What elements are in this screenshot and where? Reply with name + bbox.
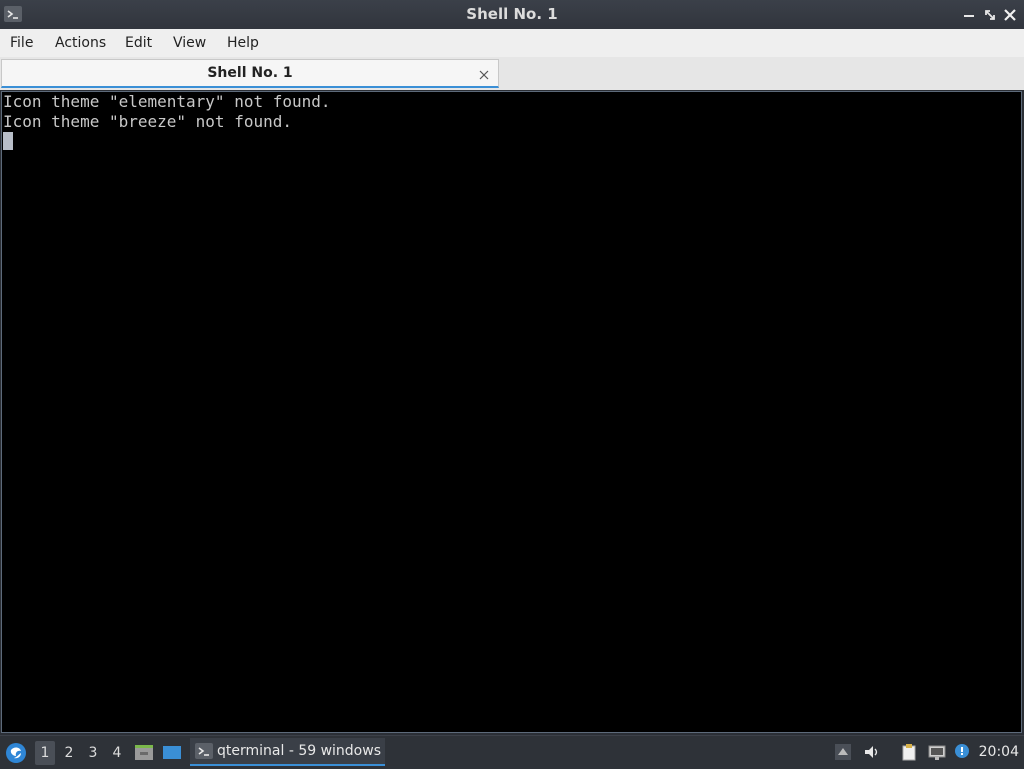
terminal-icon — [195, 743, 213, 759]
volume-icon[interactable] — [863, 743, 881, 761]
menu-file[interactable]: File — [10, 29, 33, 57]
desktop-2-button[interactable]: 2 — [59, 741, 79, 765]
taskbar: 1 2 3 4 qterminal - 59 windows 20:04 — [0, 735, 1024, 769]
terminal-line: Icon theme "elementary" not found. — [3, 92, 331, 111]
maximize-button[interactable] — [983, 7, 997, 21]
menu-view[interactable]: View — [173, 29, 206, 57]
terminal-cursor — [3, 132, 13, 150]
window-title: Shell No. 1 — [466, 5, 558, 23]
menu-actions[interactable]: Actions — [55, 29, 106, 57]
desktop-1-button[interactable]: 1 — [35, 741, 55, 765]
window-titlebar[interactable]: Shell No. 1 — [0, 0, 1024, 30]
tab-shell-1[interactable]: Shell No. 1 — [1, 59, 499, 88]
minimize-button[interactable] — [962, 7, 976, 21]
clipboard-icon[interactable] — [900, 743, 918, 761]
lxqt-start-icon[interactable] — [5, 742, 27, 764]
clock[interactable]: 20:04 — [979, 736, 1019, 769]
desktop-3-button[interactable]: 3 — [83, 741, 103, 765]
tab-bar: Shell No. 1 — [0, 57, 1024, 90]
network-icon[interactable] — [928, 743, 946, 761]
taskbar-task-qterminal[interactable]: qterminal - 59 windows — [190, 738, 385, 766]
tab-label: Shell No. 1 — [207, 65, 293, 81]
terminal-output[interactable]: Icon theme "elementary" not found. Icon … — [1, 91, 1022, 733]
close-tab-icon[interactable] — [478, 66, 490, 80]
show-desktop-icon[interactable] — [161, 742, 183, 762]
update-notifier-icon[interactable] — [953, 743, 971, 761]
desktop-4-button[interactable]: 4 — [107, 741, 127, 765]
tray-up-arrow-icon[interactable] — [834, 743, 852, 761]
menu-edit[interactable]: Edit — [125, 29, 152, 57]
task-label: qterminal - 59 windows — [217, 743, 381, 759]
file-manager-icon[interactable] — [133, 742, 155, 762]
terminal-line: Icon theme "breeze" not found. — [3, 112, 292, 131]
menubar: File Actions Edit View Help — [0, 29, 1024, 57]
close-button[interactable] — [1003, 7, 1017, 21]
menu-help[interactable]: Help — [227, 29, 259, 57]
